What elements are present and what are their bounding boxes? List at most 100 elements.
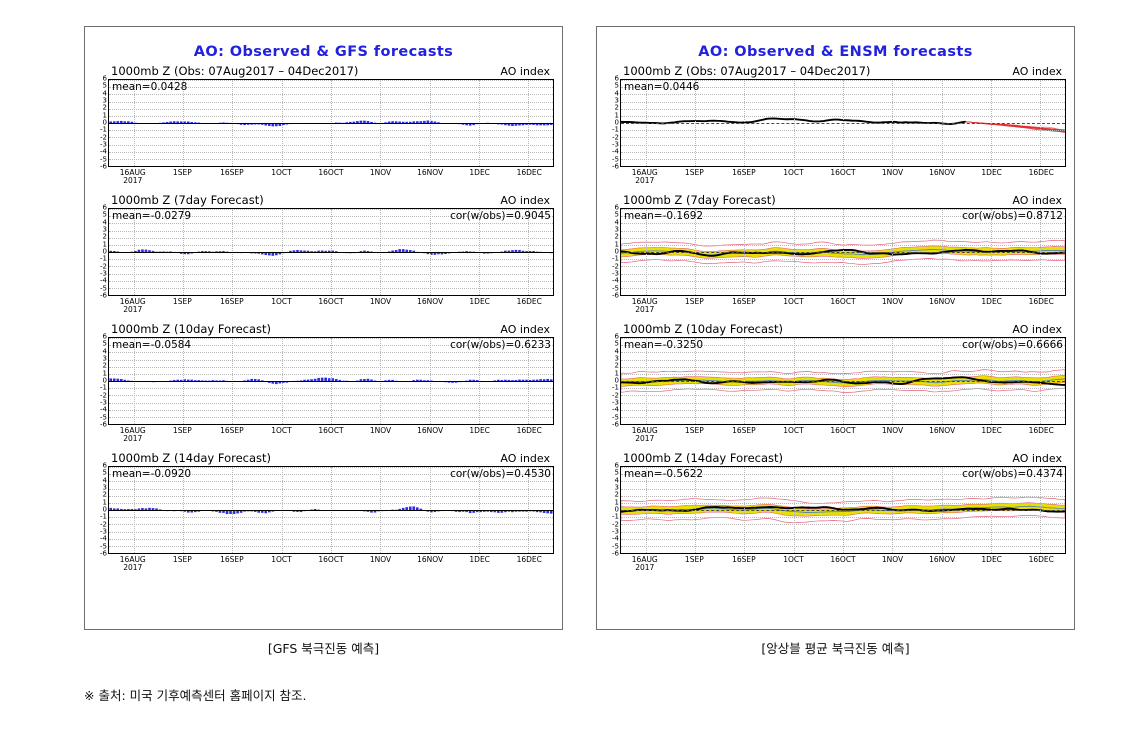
panel-title: 1000mb Z (7day Forecast): [111, 193, 264, 207]
plot-row: 6 5 4 3 2 1 0 -1 -2 -3 -4 -5 -6 mean=-0.3250 cor(w/o…: [605, 333, 1066, 428]
panel-mean-label: mean=-0.1692: [624, 210, 704, 222]
x-tick-label: 1OCT: [783, 555, 804, 564]
y-tick-label: -6: [100, 420, 107, 429]
x-tick-label: 16NOV: [417, 555, 444, 564]
panel-header: 1000mb Z (7day Forecast) AO index: [93, 193, 554, 208]
x-tick-label: 16NOV: [417, 168, 444, 177]
x-tick-label: 16SEP: [220, 555, 244, 564]
panel-header: 1000mb Z (7day Forecast) AO index: [605, 193, 1066, 208]
x-tick-label: 16OCT: [318, 168, 344, 177]
panel-correlation-label: cor(w/obs)=0.6666: [962, 339, 1063, 351]
x-tick-label: 16NOV: [929, 168, 956, 177]
x-tick-label: 16NOV: [417, 426, 444, 435]
panel-index-label: AO index: [1012, 452, 1062, 465]
y-tick-label: -6: [612, 291, 619, 300]
zero-line: [109, 381, 553, 382]
panel-correlation-label: cor(w/obs)=0.4374: [962, 468, 1063, 480]
plot-area: mean=-0.0279 cor(w/obs)=0.9045: [108, 208, 554, 296]
x-tick-label: 1DEC: [469, 297, 490, 306]
zero-line: [621, 123, 1065, 124]
plot-row: 6 5 4 3 2 1 0 -1 -2 -3 -4 -5 -6 mean=0.0428: [93, 75, 554, 170]
panel-mean-label: mean=0.0446: [624, 81, 700, 93]
figure-title-ensm: AO: Observed & ENSM forecasts: [698, 44, 973, 60]
x-tick-label: 16DEC: [1028, 168, 1054, 177]
plot-area: mean=0.0446: [620, 79, 1066, 167]
panel-title: 1000mb Z (10day Forecast): [623, 322, 784, 336]
x-tick-label: 16OCT: [318, 555, 344, 564]
forecast-panel: 1000mb Z (10day Forecast) AO index 65432…: [93, 322, 554, 447]
y-tick-label: -6: [100, 549, 107, 558]
panel-list-ensm: 1000mb Z (Obs: 07Aug2017 – 04Dec2017) AO…: [597, 64, 1074, 576]
y-tick-label: -6: [100, 291, 107, 300]
forecast-panel: 1000mb Z (14day Forecast) AO index 65432…: [605, 451, 1066, 576]
panel-header: 1000mb Z (10day Forecast) AO index: [93, 322, 554, 337]
x-tick-label: 1DEC: [469, 426, 490, 435]
x-tick-label: 16DEC: [516, 426, 542, 435]
x-tick-label: 1NOV: [881, 555, 904, 564]
zero-line: [109, 123, 553, 124]
panel-index-label: AO index: [1012, 65, 1062, 78]
y-tick-label: -6: [612, 162, 619, 171]
x-tick-label: 16OCT: [830, 168, 856, 177]
x-tick-label: 1OCT: [271, 297, 292, 306]
zero-line: [621, 510, 1065, 511]
x-tick-label: 1DEC: [469, 168, 490, 177]
x-tick-label: 16SEP: [732, 426, 756, 435]
x-tick-label: 1DEC: [981, 426, 1002, 435]
panel-index-label: AO index: [500, 65, 550, 78]
plot-area: mean=-0.0920 cor(w/obs)=0.4530: [108, 466, 554, 554]
panel-title: 1000mb Z (14day Forecast): [111, 451, 272, 465]
plot-area: mean=-0.5622 cor(w/obs)=0.4374: [620, 466, 1066, 554]
zero-line: [621, 381, 1065, 382]
plot-area: mean=-0.0584 cor(w/obs)=0.6233: [108, 337, 554, 425]
panel-correlation-label: cor(w/obs)=0.6233: [450, 339, 551, 351]
x-tick-label: 16SEP: [220, 168, 244, 177]
panel-index-label: AO index: [500, 194, 550, 207]
x-tick-label: 16SEP: [220, 426, 244, 435]
panel-title: 1000mb Z (7day Forecast): [623, 193, 776, 207]
plot-row: 6 5 4 3 2 1 0 -1 -2 -3 -4 -5 -6 mean=-0.5622 cor(w/o…: [605, 462, 1066, 557]
x-axis-year: 2017: [123, 563, 143, 572]
x-tick-label: 1NOV: [369, 297, 392, 306]
x-tick-label: 1OCT: [783, 297, 804, 306]
panel-mean-label: mean=-0.3250: [624, 339, 704, 351]
panel-header: 1000mb Z (10day Forecast) AO index: [605, 322, 1066, 337]
x-axis-year: 2017: [123, 176, 143, 185]
forecast-panel: 1000mb Z (7day Forecast) AO index 654321…: [605, 193, 1066, 318]
plot-row: 6 5 4 3 2 1 0 -1 -2 -3 -4 -5 -6 mean=0.0446: [605, 75, 1066, 170]
x-tick-label: 1SEP: [684, 426, 704, 435]
panel-correlation-label: cor(w/obs)=0.8712: [962, 210, 1063, 222]
x-tick-label: 1DEC: [469, 555, 490, 564]
plot-area: mean=-0.1692 cor(w/obs)=0.8712: [620, 208, 1066, 296]
x-tick-label: 16OCT: [318, 297, 344, 306]
plot-area: mean=0.0428: [108, 79, 554, 167]
y-axis: 6 5 4 3 2 1 0 -1 -2 -3 -4 -5 -6: [93, 462, 108, 557]
x-tick-label: 16SEP: [732, 168, 756, 177]
plot-row: 6 5 4 3 2 1 0 -1 -2 -3 -4 -5 -6 mean=-0.0279 cor(w/o…: [93, 204, 554, 299]
panel-correlation-label: cor(w/obs)=0.4530: [450, 468, 551, 480]
x-axis: 16AUG 2017 1SEP 16SEP 1OCT 16OCT 1NOV 16NOV 1DEC…: [108, 554, 554, 576]
x-tick-label: 1NOV: [881, 168, 904, 177]
panel-list-gfs: 1000mb Z (Obs: 07Aug2017 – 04Dec2017) AO…: [85, 64, 562, 576]
panel-title: 1000mb Z (Obs: 07Aug2017 – 04Dec2017): [623, 64, 871, 78]
plot-area: mean=-0.3250 cor(w/obs)=0.6666: [620, 337, 1066, 425]
x-tick-label: 1OCT: [783, 168, 804, 177]
x-tick-label: 16SEP: [732, 555, 756, 564]
x-axis-year: 2017: [635, 305, 655, 314]
panel-correlation-label: cor(w/obs)=0.9045: [450, 210, 551, 222]
x-tick-label: 16NOV: [417, 297, 444, 306]
x-axis-year: 2017: [123, 305, 143, 314]
x-tick-label: 16DEC: [516, 297, 542, 306]
x-tick-label: 16OCT: [318, 426, 344, 435]
forecast-panel: 1000mb Z (14day Forecast) AO index 65432…: [93, 451, 554, 576]
panel-title: 1000mb Z (10day Forecast): [111, 322, 272, 336]
x-axis: 16AUG 2017 1SEP 16SEP 1OCT 16OCT 1NOV 16NOV 1DEC…: [620, 425, 1066, 447]
y-axis: 6 5 4 3 2 1 0 -1 -2 -3 -4 -5 -6: [93, 333, 108, 428]
x-axis-year: 2017: [635, 563, 655, 572]
panel-index-label: AO index: [1012, 194, 1062, 207]
x-tick-label: 1SEP: [684, 555, 704, 564]
y-tick-label: -6: [100, 162, 107, 171]
x-tick-label: 1DEC: [981, 297, 1002, 306]
x-tick-label: 16OCT: [830, 426, 856, 435]
caption-ensm: [앙상블 평균 북극진동 예측]: [761, 641, 910, 656]
